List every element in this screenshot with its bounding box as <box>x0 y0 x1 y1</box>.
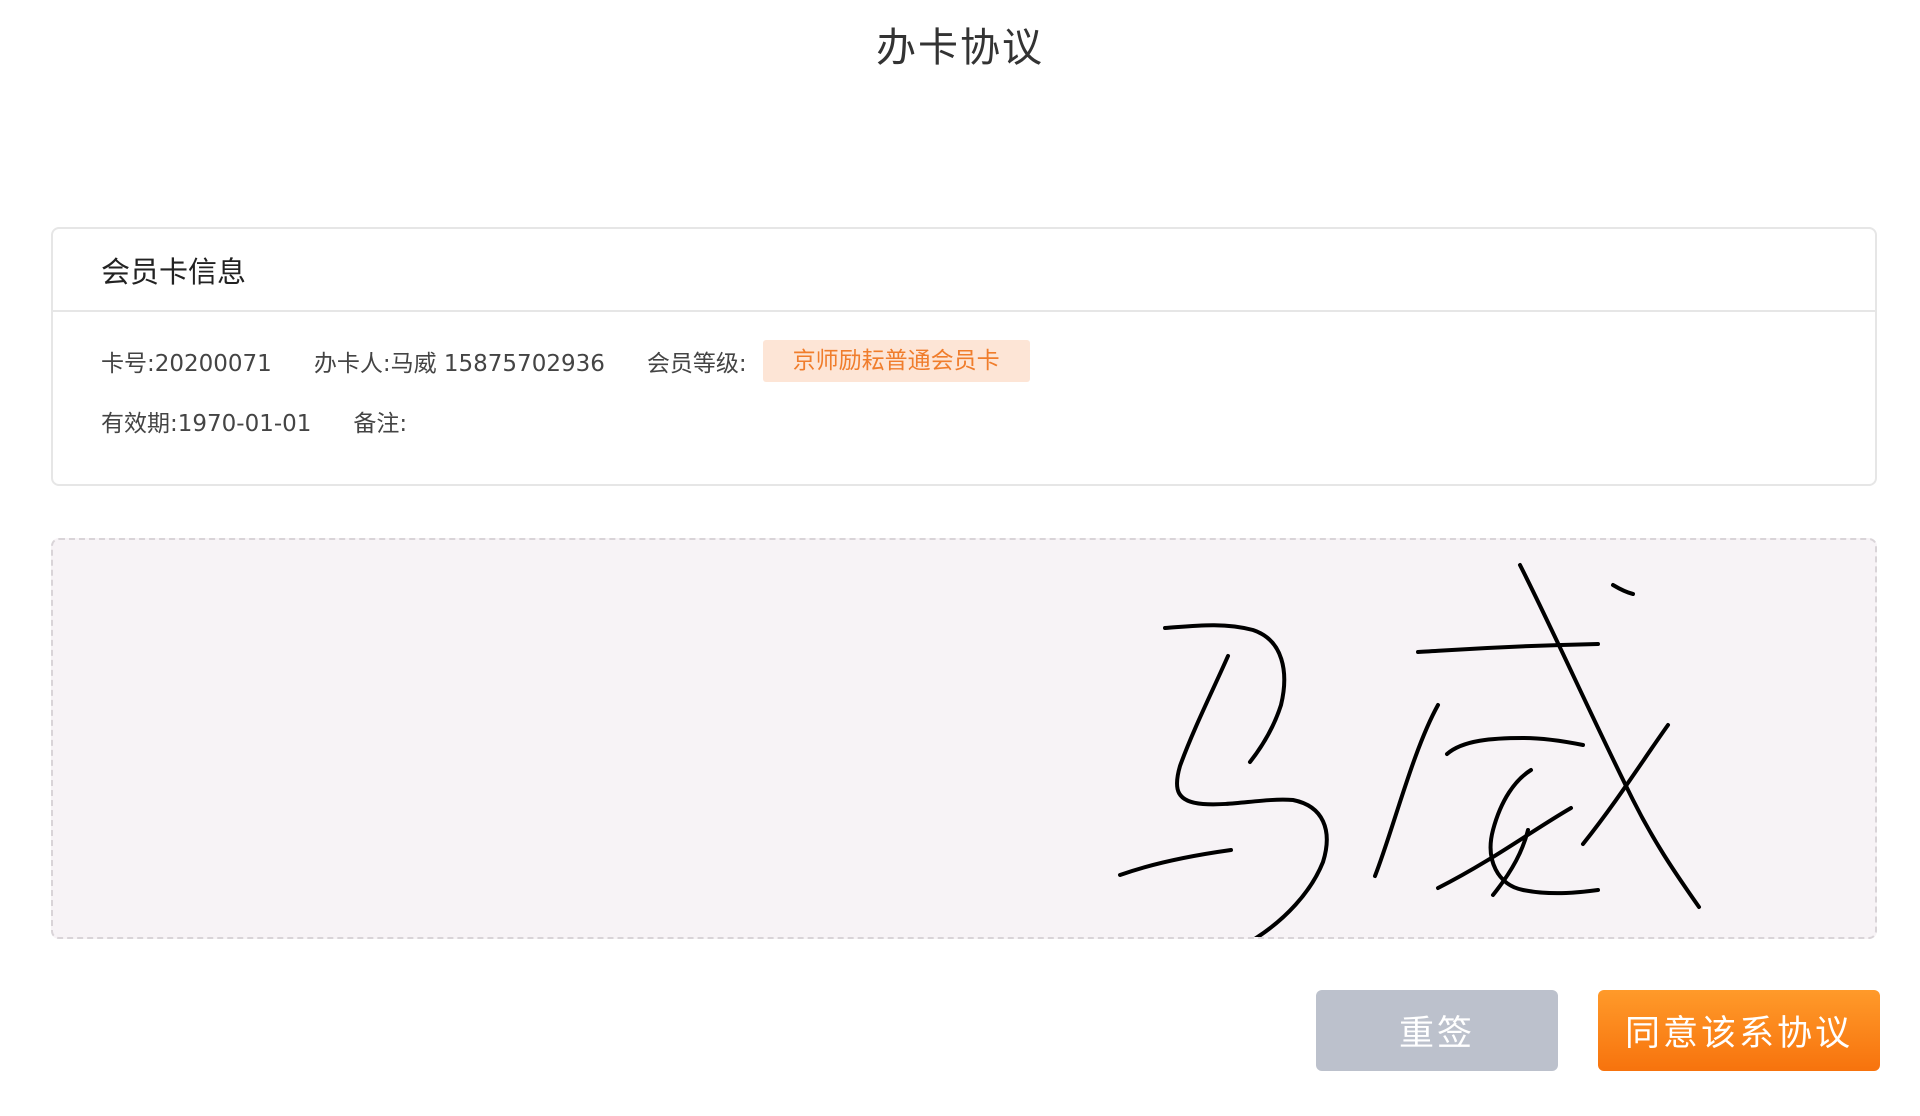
agree-agreement-button[interactable]: 同意该系协议 <box>1598 990 1880 1071</box>
page-title: 办卡协议 <box>876 25 1044 71</box>
card-info-body: 卡号:20200071 办卡人:马威 15875702936 会员等级: 京师励… <box>53 312 1875 443</box>
member-card-info-panel: 会员卡信息 卡号:20200071 办卡人:马威 15875702936 会员等… <box>51 227 1877 486</box>
member-level-badge: 京师励耘普通会员卡 <box>762 340 1030 382</box>
member-level-label: 会员等级: <box>646 351 747 377</box>
resign-button[interactable]: 重签 <box>1316 990 1558 1071</box>
page: 办卡协议 会员卡信息 卡号:20200071 办卡人:马威 1587570293… <box>0 0 1920 1116</box>
handwritten-signature <box>1118 563 1701 937</box>
card-holder: 办卡人:马威 15875702936 <box>313 351 605 377</box>
card-info-header: 会员卡信息 <box>53 229 1875 312</box>
validity-date: 有效期:1970-01-01 <box>101 411 312 437</box>
card-number: 卡号:20200071 <box>101 351 272 377</box>
card-info-row-1: 卡号:20200071 办卡人:马威 15875702936 会员等级: 京师励… <box>101 339 1875 383</box>
remark: 备注: <box>353 411 408 437</box>
member-level: 会员等级: 京师励耘普通会员卡 <box>647 340 1030 382</box>
signature-pad[interactable] <box>51 538 1877 939</box>
card-info-row-2: 有效期:1970-01-01 备注: <box>101 399 1875 443</box>
